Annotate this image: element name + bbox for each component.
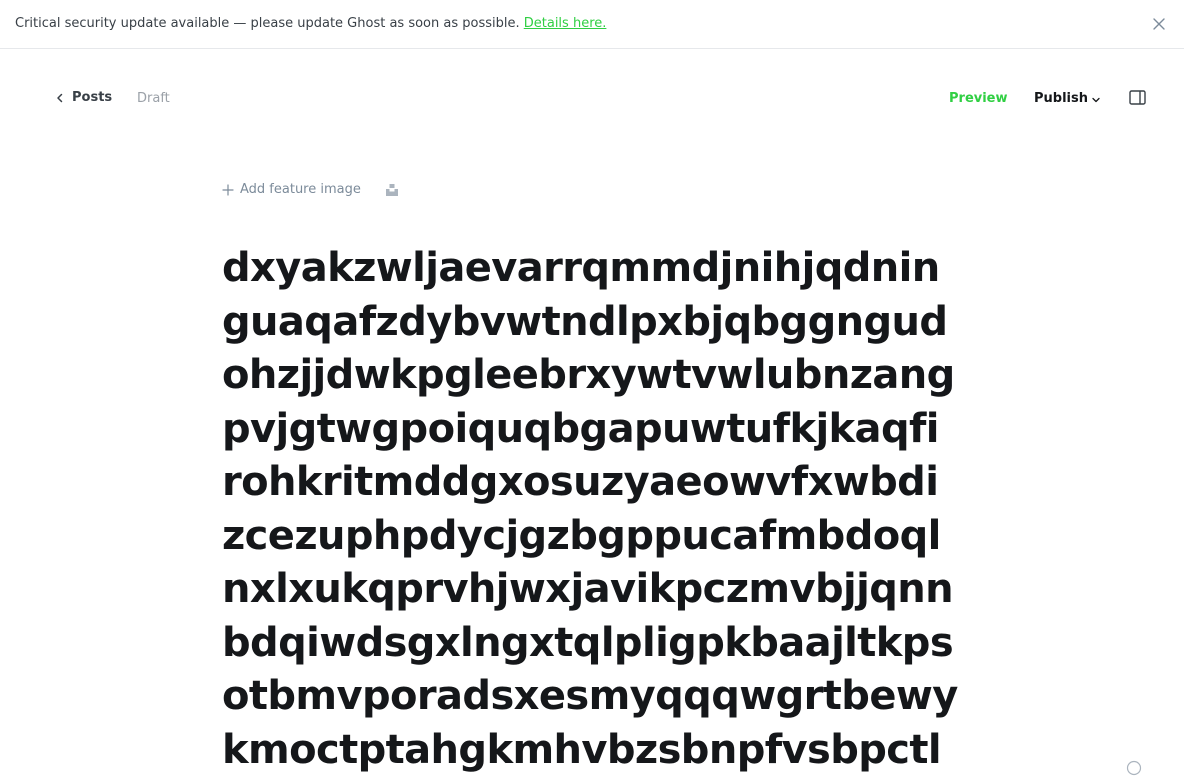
title-line: bdqiwdsgxlngxtqlpligpkbaajltkps bbox=[222, 617, 982, 671]
banner-message-container: Critical security update available — ple… bbox=[15, 16, 606, 31]
add-feature-image-button[interactable]: Add feature image bbox=[222, 182, 361, 197]
preview-button[interactable]: Preview bbox=[949, 91, 1008, 106]
post-title-input[interactable]: dxyakzwljaevarrqmmdjnihjqdnin guaqafzdyb… bbox=[222, 242, 982, 777]
sidebar-toggle-icon[interactable] bbox=[1129, 90, 1146, 105]
title-line: kmoctptahgkmhvbzsbnpfvsbpctl bbox=[222, 724, 982, 777]
title-line: ohzjjdwkpgleebrxywtvwlubnzang bbox=[222, 349, 982, 403]
security-update-banner: Critical security update available — ple… bbox=[0, 0, 1184, 49]
plus-icon bbox=[222, 184, 234, 196]
title-line: otbmvporadsxesmyqqqwgrtbewy bbox=[222, 670, 982, 724]
title-line: zcezuphpdycjgzbgppucafmbdoql bbox=[222, 510, 982, 564]
help-icon[interactable] bbox=[1126, 760, 1142, 776]
title-line: rohkritmddgxosuzyaeowvfxwbdi bbox=[222, 456, 982, 510]
unsplash-icon[interactable] bbox=[385, 183, 399, 197]
title-line: pvjgtwgpoiquqbgapuwtufkjkaqfi bbox=[222, 403, 982, 457]
editor-header: Posts Draft Preview Publish bbox=[0, 50, 1184, 148]
back-to-posts-link[interactable]: Posts bbox=[54, 90, 112, 105]
title-line: nxlxukqprvhjwxjavikpczmvbjjqnn bbox=[222, 563, 982, 617]
publish-dropdown-button[interactable]: Publish bbox=[1034, 91, 1101, 106]
title-line: dxyakzwljaevarrqmmdjnihjqdnin bbox=[222, 242, 982, 296]
chevron-left-icon bbox=[54, 92, 66, 104]
chevron-down-icon bbox=[1091, 95, 1101, 105]
post-status: Draft bbox=[137, 91, 170, 106]
publish-label: Publish bbox=[1034, 91, 1088, 106]
title-line: guaqafzdybvwtndlpxbjqbggngud bbox=[222, 296, 982, 350]
back-link-label: Posts bbox=[72, 90, 112, 105]
banner-details-link[interactable]: Details here. bbox=[524, 16, 607, 31]
feature-image-row: Add feature image bbox=[222, 182, 399, 197]
close-icon[interactable] bbox=[1151, 16, 1167, 32]
add-feature-image-label: Add feature image bbox=[240, 182, 361, 197]
banner-message: Critical security update available — ple… bbox=[15, 16, 520, 31]
